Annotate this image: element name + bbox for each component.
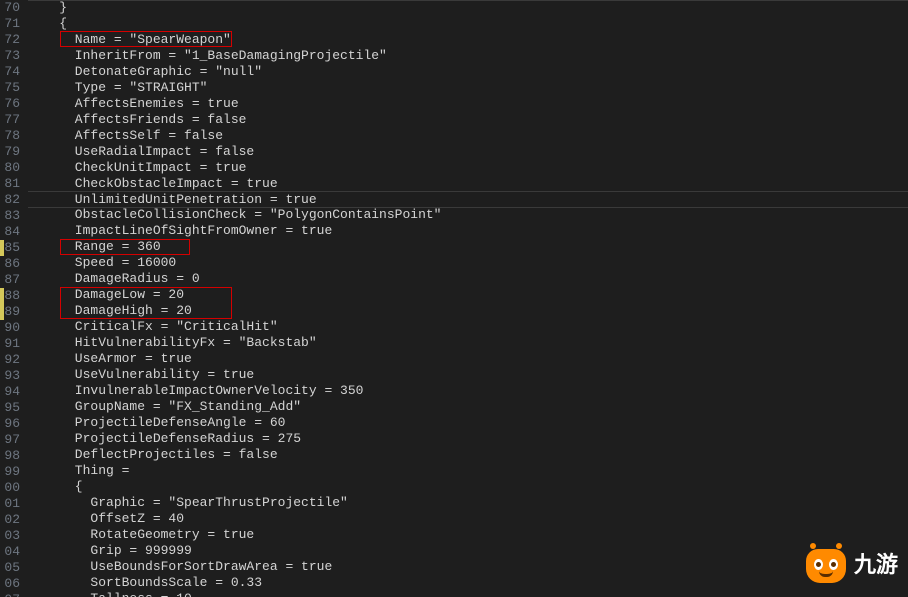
line-number: 90 [0, 320, 20, 336]
line-number: 94 [0, 384, 20, 400]
code-line[interactable]: Name = "SpearWeapon" [28, 32, 908, 48]
code-line[interactable]: GroupName = "FX_Standing_Add" [28, 399, 908, 415]
code-line[interactable]: SortBoundsScale = 0.33 [28, 575, 908, 591]
line-number: 70 [0, 0, 20, 16]
line-number: 89 [0, 304, 20, 320]
line-number: 71 [0, 16, 20, 32]
mascot-icon [804, 543, 848, 587]
line-number: 80 [0, 160, 20, 176]
change-marker [0, 288, 4, 304]
code-line[interactable]: InvulnerableImpactOwnerVelocity = 350 [28, 383, 908, 399]
line-number: 07 [0, 592, 20, 597]
code-editor[interactable]: 7071727374757677787980818283848586878889… [0, 0, 908, 597]
line-number: 05 [0, 560, 20, 576]
code-line[interactable]: { [28, 479, 908, 495]
code-line[interactable]: UseRadialImpact = false [28, 144, 908, 160]
line-number: 93 [0, 368, 20, 384]
line-number: 85 [0, 240, 20, 256]
watermark: 九游 [804, 543, 898, 587]
line-number: 87 [0, 272, 20, 288]
code-line[interactable]: Type = "STRAIGHT" [28, 80, 908, 96]
code-line[interactable]: { [28, 16, 908, 32]
code-line[interactable]: UseVulnerability = true [28, 367, 908, 383]
code-line[interactable]: DamageLow = 20 [28, 287, 908, 303]
code-line[interactable]: AffectsFriends = false [28, 112, 908, 128]
line-number: 83 [0, 208, 20, 224]
line-number: 74 [0, 64, 20, 80]
code-line[interactable]: DetonateGraphic = "null" [28, 64, 908, 80]
code-line[interactable]: AffectsEnemies = true [28, 96, 908, 112]
code-line[interactable]: ObstacleCollisionCheck = "PolygonContain… [28, 207, 908, 223]
code-line[interactable]: DamageHigh = 20 [28, 303, 908, 319]
code-line[interactable]: OffsetZ = 40 [28, 511, 908, 527]
code-line[interactable]: Grip = 999999 [28, 543, 908, 559]
line-number: 97 [0, 432, 20, 448]
line-number: 91 [0, 336, 20, 352]
code-line[interactable]: DeflectProjectiles = false [28, 447, 908, 463]
line-number: 81 [0, 176, 20, 192]
line-number: 99 [0, 464, 20, 480]
line-number: 82 [0, 192, 20, 208]
code-line[interactable]: ProjectileDefenseAngle = 60 [28, 415, 908, 431]
code-line[interactable]: Thing = [28, 463, 908, 479]
line-number: 73 [0, 48, 20, 64]
code-line[interactable]: ProjectileDefenseRadius = 275 [28, 431, 908, 447]
line-number: 75 [0, 80, 20, 96]
code-line[interactable]: CriticalFx = "CriticalHit" [28, 319, 908, 335]
code-line[interactable]: DamageRadius = 0 [28, 271, 908, 287]
code-line[interactable]: Range = 360 [28, 239, 908, 255]
line-number: 77 [0, 112, 20, 128]
line-number: 02 [0, 512, 20, 528]
change-marker [0, 240, 4, 256]
line-number: 86 [0, 256, 20, 272]
line-number: 92 [0, 352, 20, 368]
code-line[interactable]: InheritFrom = "1_BaseDamagingProjectile" [28, 48, 908, 64]
code-line[interactable]: RotateGeometry = true [28, 527, 908, 543]
line-number: 03 [0, 528, 20, 544]
line-number: 98 [0, 448, 20, 464]
code-line[interactable]: Graphic = "SpearThrustProjectile" [28, 495, 908, 511]
line-number: 04 [0, 544, 20, 560]
line-number: 76 [0, 96, 20, 112]
code-line[interactable]: Speed = 16000 [28, 255, 908, 271]
line-number: 01 [0, 496, 20, 512]
line-number: 84 [0, 224, 20, 240]
code-line[interactable]: HitVulnerabilityFx = "Backstab" [28, 335, 908, 351]
line-number: 88 [0, 288, 20, 304]
code-line[interactable]: AffectsSelf = false [28, 128, 908, 144]
change-marker [0, 304, 4, 320]
line-number: 96 [0, 416, 20, 432]
line-number: 06 [0, 576, 20, 592]
line-number: 79 [0, 144, 20, 160]
code-line[interactable]: UnlimitedUnitPenetration = true [28, 191, 908, 208]
code-line[interactable]: UseBoundsForSortDrawArea = true [28, 559, 908, 575]
code-line[interactable]: ImpactLineOfSightFromOwner = true [28, 223, 908, 239]
code-area[interactable]: } { Name = "SpearWeapon" InheritFrom = "… [28, 0, 908, 597]
code-line[interactable]: CheckUnitImpact = true [28, 160, 908, 176]
code-line[interactable]: Tallness = 10 [28, 591, 908, 597]
code-line[interactable]: } [28, 0, 908, 16]
line-number-gutter: 7071727374757677787980818283848586878889… [0, 0, 28, 597]
line-number: 72 [0, 32, 20, 48]
line-number: 00 [0, 480, 20, 496]
code-line[interactable]: UseArmor = true [28, 351, 908, 367]
line-number: 78 [0, 128, 20, 144]
code-line[interactable]: CheckObstacleImpact = true [28, 176, 908, 192]
watermark-text: 九游 [854, 557, 898, 573]
line-number: 95 [0, 400, 20, 416]
